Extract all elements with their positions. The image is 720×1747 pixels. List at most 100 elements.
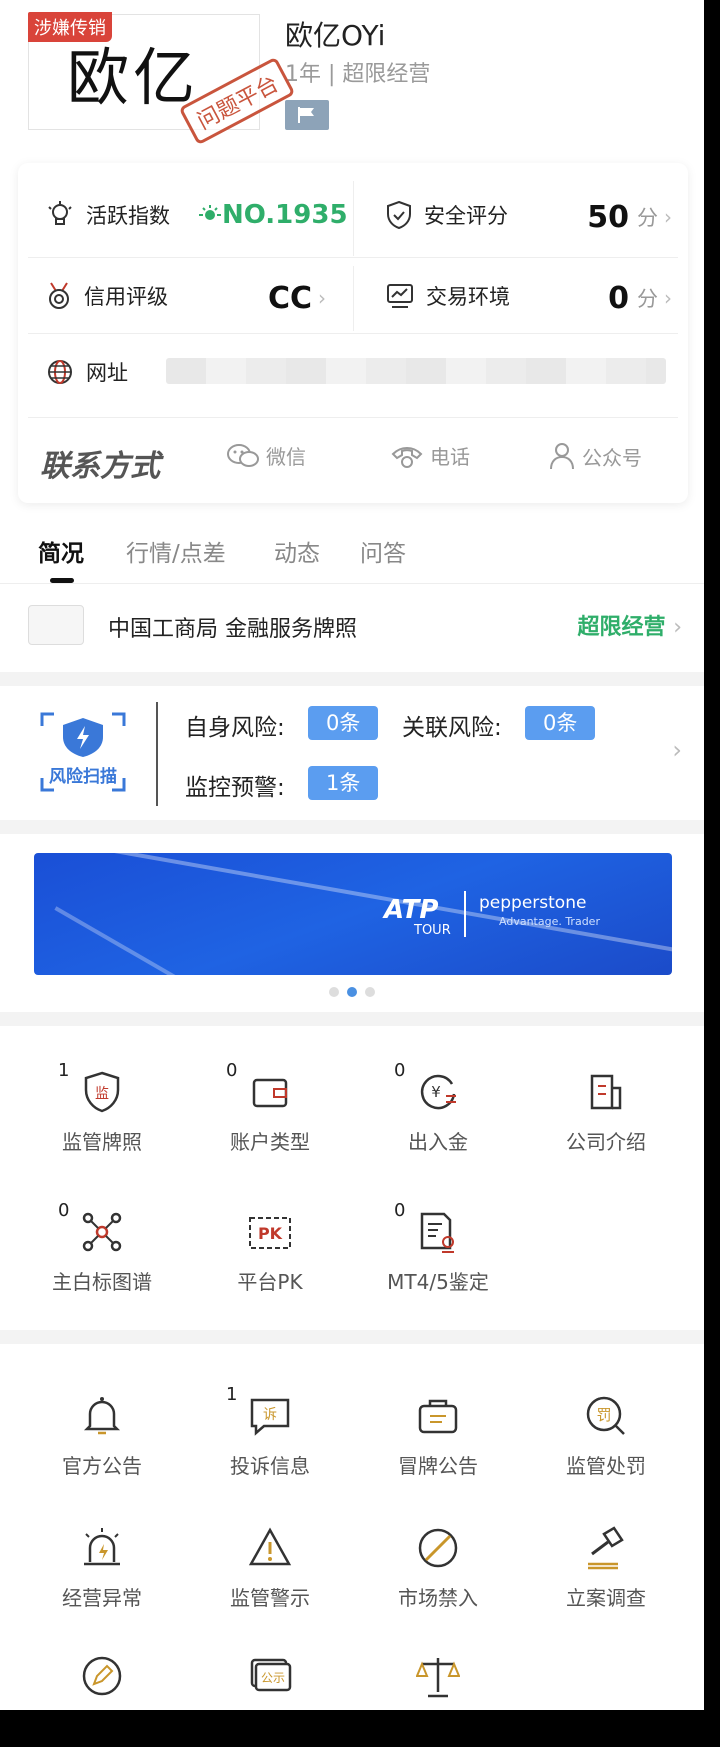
- grid-item-edit[interactable]: [18, 1654, 186, 1698]
- tab-underline: [50, 578, 74, 583]
- chevron-right-icon: ›: [664, 205, 672, 229]
- risk-scan-label: 风险扫描: [49, 767, 117, 787]
- official-label: 公众号: [582, 445, 642, 470]
- grid-item-platform-pk[interactable]: PK 平台PK: [186, 1210, 354, 1295]
- related-risk-value: 0条: [525, 706, 596, 740]
- grid-item-mt-verify[interactable]: 0 MT4/5鉴定: [354, 1200, 522, 1295]
- license-text: 中国工商局 金融服务牌照: [108, 617, 357, 642]
- contact-official-account[interactable]: 公众号: [548, 441, 642, 471]
- grid-item-investigation[interactable]: 立案调查: [522, 1526, 690, 1611]
- contact-wechat[interactable]: 微信: [226, 441, 306, 470]
- divider: [0, 672, 704, 686]
- contact-title: 联系方式: [40, 449, 160, 484]
- grid-label: 投诉信息: [230, 1454, 310, 1478]
- grid-item-market-ban[interactable]: 市场禁入: [354, 1526, 522, 1611]
- activity-label: 活跃指数: [86, 204, 170, 228]
- svg-text:公示: 公示: [261, 1671, 285, 1685]
- monitor-value: 1条: [308, 766, 379, 800]
- grid-item-warning[interactable]: 监管警示: [186, 1526, 354, 1611]
- env-value: 0: [608, 280, 629, 316]
- activity-value-wrap: NO.1935: [198, 185, 348, 245]
- grid-label: 官方公告: [62, 1454, 142, 1478]
- chart-screen-icon: [386, 283, 414, 309]
- count-badge: 0: [58, 1200, 70, 1221]
- carousel-dot-active[interactable]: [347, 987, 357, 997]
- promo-banner[interactable]: ATP TOUR pepperstone Advantage. Trader: [34, 853, 672, 975]
- grid-item-public-notice[interactable]: 公示: [186, 1654, 354, 1698]
- shield-check-icon: [386, 201, 412, 229]
- broker-header: 欧亿 涉嫌传销 问题平台 欧亿OYi 1年 | 超限经营: [0, 0, 704, 165]
- grid-label: 主白标图谱: [52, 1270, 152, 1294]
- svg-text:PK: PK: [258, 1224, 283, 1243]
- stats-card: 活跃指数 NO.1935 安全评分 50 分 › 信用评级 CC › 交易环境 …: [18, 163, 688, 503]
- credit-value-wrap[interactable]: CC ›: [268, 268, 326, 328]
- grid-label: 立案调查: [566, 1586, 646, 1610]
- grid-item-abnormal[interactable]: 经营异常: [18, 1526, 186, 1611]
- tab-qa[interactable]: 问答: [360, 534, 406, 568]
- network-graph-icon: [80, 1210, 124, 1254]
- tab-news[interactable]: 动态: [274, 534, 320, 568]
- grid-label: 监管牌照: [62, 1130, 142, 1154]
- carousel-dot[interactable]: [365, 987, 375, 997]
- penalty-icon: 罚: [584, 1394, 628, 1438]
- grid-item-fake-notice[interactable]: 冒牌公告: [354, 1394, 522, 1479]
- divider: [0, 820, 704, 834]
- grid-label: 冒牌公告: [398, 1454, 478, 1478]
- grid-item-deposit[interactable]: 0 ¥ 出入金: [354, 1060, 522, 1155]
- risk-scan[interactable]: 风险扫描 自身风险: 0条 关联风险: 0条 监控预警: 1条 ›: [0, 688, 704, 818]
- app-page: 欧亿 涉嫌传销 问题平台 欧亿OYi 1年 | 超限经营 活跃指数 NO.193…: [0, 0, 704, 1710]
- grid-label: 监管警示: [230, 1586, 310, 1610]
- broker-subtitle: 1年 | 超限经营: [285, 62, 431, 87]
- flag-icon[interactable]: [285, 100, 329, 130]
- credit-rating[interactable]: 信用评级: [46, 266, 168, 326]
- safety-unit: 分: [637, 206, 658, 230]
- grid-label: MT4/5鉴定: [387, 1270, 489, 1294]
- grid-item-official-notice[interactable]: 官方公告: [18, 1394, 186, 1479]
- svg-text:¥: ¥: [431, 1083, 441, 1101]
- banner-section: ATP TOUR pepperstone Advantage. Trader: [0, 835, 704, 1010]
- chevron-right-icon: ›: [672, 736, 682, 764]
- wechat-icon: [226, 442, 260, 470]
- trading-environment[interactable]: 交易环境: [386, 266, 510, 326]
- grid-item-penalty[interactable]: 罚 监管处罚: [522, 1394, 690, 1479]
- count-badge: 0: [394, 1060, 406, 1081]
- tab-quotes[interactable]: 行情/点差: [126, 534, 226, 568]
- broker-name: 欧亿OYi: [285, 19, 386, 52]
- carousel-dot[interactable]: [329, 987, 339, 997]
- medal-icon: [46, 282, 72, 310]
- env-value-wrap[interactable]: 0 分 ›: [608, 268, 672, 328]
- contact-phone[interactable]: 电话: [390, 441, 470, 470]
- globe-icon: [46, 358, 74, 386]
- credit-label: 信用评级: [84, 285, 168, 309]
- grid-item-company-intro[interactable]: 公司介绍: [522, 1070, 690, 1155]
- count-badge: 0: [226, 1060, 238, 1081]
- related-risk-label: 关联风险:: [402, 715, 502, 741]
- activity-index[interactable]: 活跃指数: [46, 185, 170, 245]
- grid-item-network[interactable]: 0 主白标图谱: [18, 1200, 186, 1295]
- edit-icon: [80, 1654, 124, 1698]
- license-status-label: 超限经营: [577, 615, 666, 640]
- license-row[interactable]: 中国工商局 金融服务牌照 超限经营 ›: [0, 585, 704, 670]
- ban-icon: [416, 1526, 460, 1570]
- safety-score[interactable]: 安全评分: [386, 185, 508, 245]
- phone-label: 电话: [430, 445, 470, 469]
- grid-item-account-type[interactable]: 0 账户类型: [186, 1060, 354, 1155]
- grid-item-license[interactable]: 1 监 监管牌照: [18, 1060, 186, 1155]
- lightbulb-icon: [46, 201, 74, 229]
- carousel-dots: [0, 987, 704, 997]
- scale-icon: [416, 1654, 460, 1698]
- chevron-right-icon: ›: [664, 286, 672, 310]
- public-notice-icon: 公示: [248, 1654, 292, 1698]
- tour-label: TOUR: [414, 923, 451, 938]
- building-icon: [584, 1070, 628, 1114]
- safety-value-wrap[interactable]: 50 分 ›: [587, 187, 672, 247]
- banner-divider: [464, 891, 466, 937]
- shield-license-icon: 监: [80, 1070, 124, 1114]
- grid-item-complaints[interactable]: 1 诉 投诉信息: [186, 1384, 354, 1479]
- divider: [156, 702, 158, 806]
- website-row[interactable]: 网址: [46, 342, 128, 402]
- tab-overview[interactable]: 简况: [38, 534, 84, 568]
- feature-grid-primary: 1 监 监管牌照 0 账户类型 0 ¥ 出入金 公司介绍 0 主白标图谱 PK …: [0, 1026, 704, 1326]
- svg-text:罚: 罚: [596, 1406, 611, 1424]
- grid-item-scale[interactable]: [354, 1654, 522, 1698]
